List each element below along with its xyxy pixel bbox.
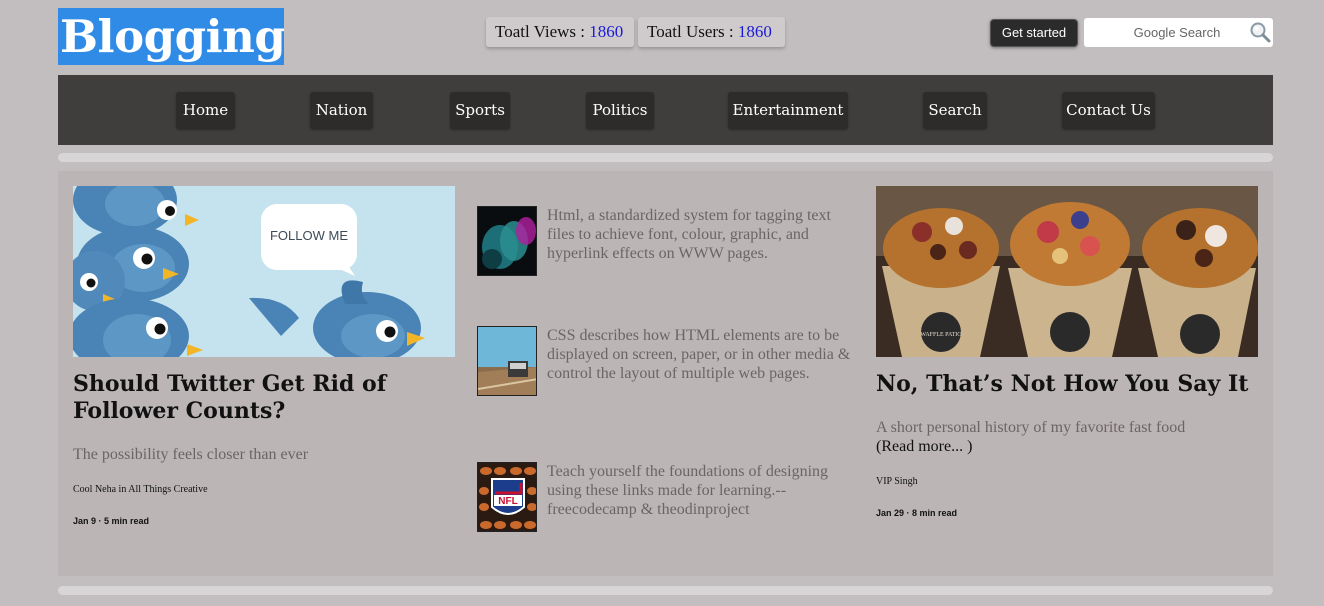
nfl-logo-text: NFL <box>498 496 517 507</box>
divider-top <box>58 153 1273 162</box>
nfl-thumbnail: NFL <box>477 462 537 532</box>
article-date-waffle: Jan 29 · 8 min read <box>876 508 958 518</box>
views-label: Toatl Views : <box>495 22 590 41</box>
nav-home[interactable]: Home <box>176 92 235 129</box>
waffle-cup-label: WAFFLE PATIO <box>920 332 962 338</box>
users-label: Toatl Users : <box>647 22 738 41</box>
nav-search[interactable]: Search <box>923 92 987 129</box>
article-author-waffle[interactable]: VIP Singh <box>876 476 918 487</box>
speech-bubble: FOLLOW ME <box>261 204 357 276</box>
read-more-link[interactable]: (Read more... ) <box>876 437 972 456</box>
html-thumbnail <box>477 206 537 276</box>
article-title-waffle[interactable]: No, That’s Not How You Say It <box>876 371 1266 398</box>
follow-me-text: FOLLOW ME <box>270 228 348 243</box>
total-views-badge: Toatl Views : 1860 <box>486 17 634 47</box>
divider-bottom <box>58 586 1273 595</box>
nav-sports[interactable]: Sports <box>450 92 510 129</box>
list-item-learning[interactable]: NFL Teach yourself the foundations of de… <box>477 462 857 542</box>
css-description: CSS describes how HTML elements are to b… <box>547 327 851 382</box>
article-author-twitter[interactable]: Cool Neha in All Things Creative <box>73 484 208 495</box>
views-count: 1860 <box>589 22 624 41</box>
nav-contact-us[interactable]: Contact Us <box>1062 92 1155 129</box>
google-search-box <box>1084 18 1273 47</box>
learning-description: Teach yourself the foundations of design… <box>547 463 829 518</box>
list-item-css[interactable]: CSS describes how HTML elements are to b… <box>477 326 857 406</box>
article-subtitle-waffle: A short personal history of my favorite … <box>876 419 1186 436</box>
article-subtitle-twitter: The possibility feels closer than ever <box>73 446 309 463</box>
search-icon[interactable] <box>1248 20 1272 44</box>
main-navigation: Home Nation Sports Politics Entertainmen… <box>58 75 1273 145</box>
twitter-birds-image[interactable]: FOLLOW ME <box>73 186 455 357</box>
article-title-twitter[interactable]: Should Twitter Get Rid of Follower Count… <box>73 371 453 425</box>
waffle-cone-3 <box>1138 208 1258 357</box>
nav-politics[interactable]: Politics <box>586 92 654 129</box>
html-description: Html, a standardized system for tagging … <box>547 207 831 262</box>
nav-entertainment[interactable]: Entertainment <box>728 92 848 129</box>
article-date-twitter: Jan 9 · 5 min read <box>73 516 150 526</box>
waffle-cones-image[interactable]: WAFFLE PATIO <box>876 186 1258 357</box>
users-count: 1860 <box>737 22 772 41</box>
waffle-cone-2 <box>1008 202 1132 357</box>
google-search-input[interactable] <box>1084 18 1244 47</box>
articles-section: FOLLOW ME Should Twitter Get Rid of Foll… <box>58 171 1273 576</box>
site-logo[interactable]: Blogging <box>58 8 284 65</box>
get-started-button[interactable]: Get started <box>990 19 1078 47</box>
list-item-html[interactable]: Html, a standardized system for tagging … <box>477 206 857 286</box>
total-users-badge: Toatl Users : 1860 <box>638 17 785 47</box>
nav-nation[interactable]: Nation <box>310 92 373 129</box>
css-thumbnail <box>477 326 537 396</box>
